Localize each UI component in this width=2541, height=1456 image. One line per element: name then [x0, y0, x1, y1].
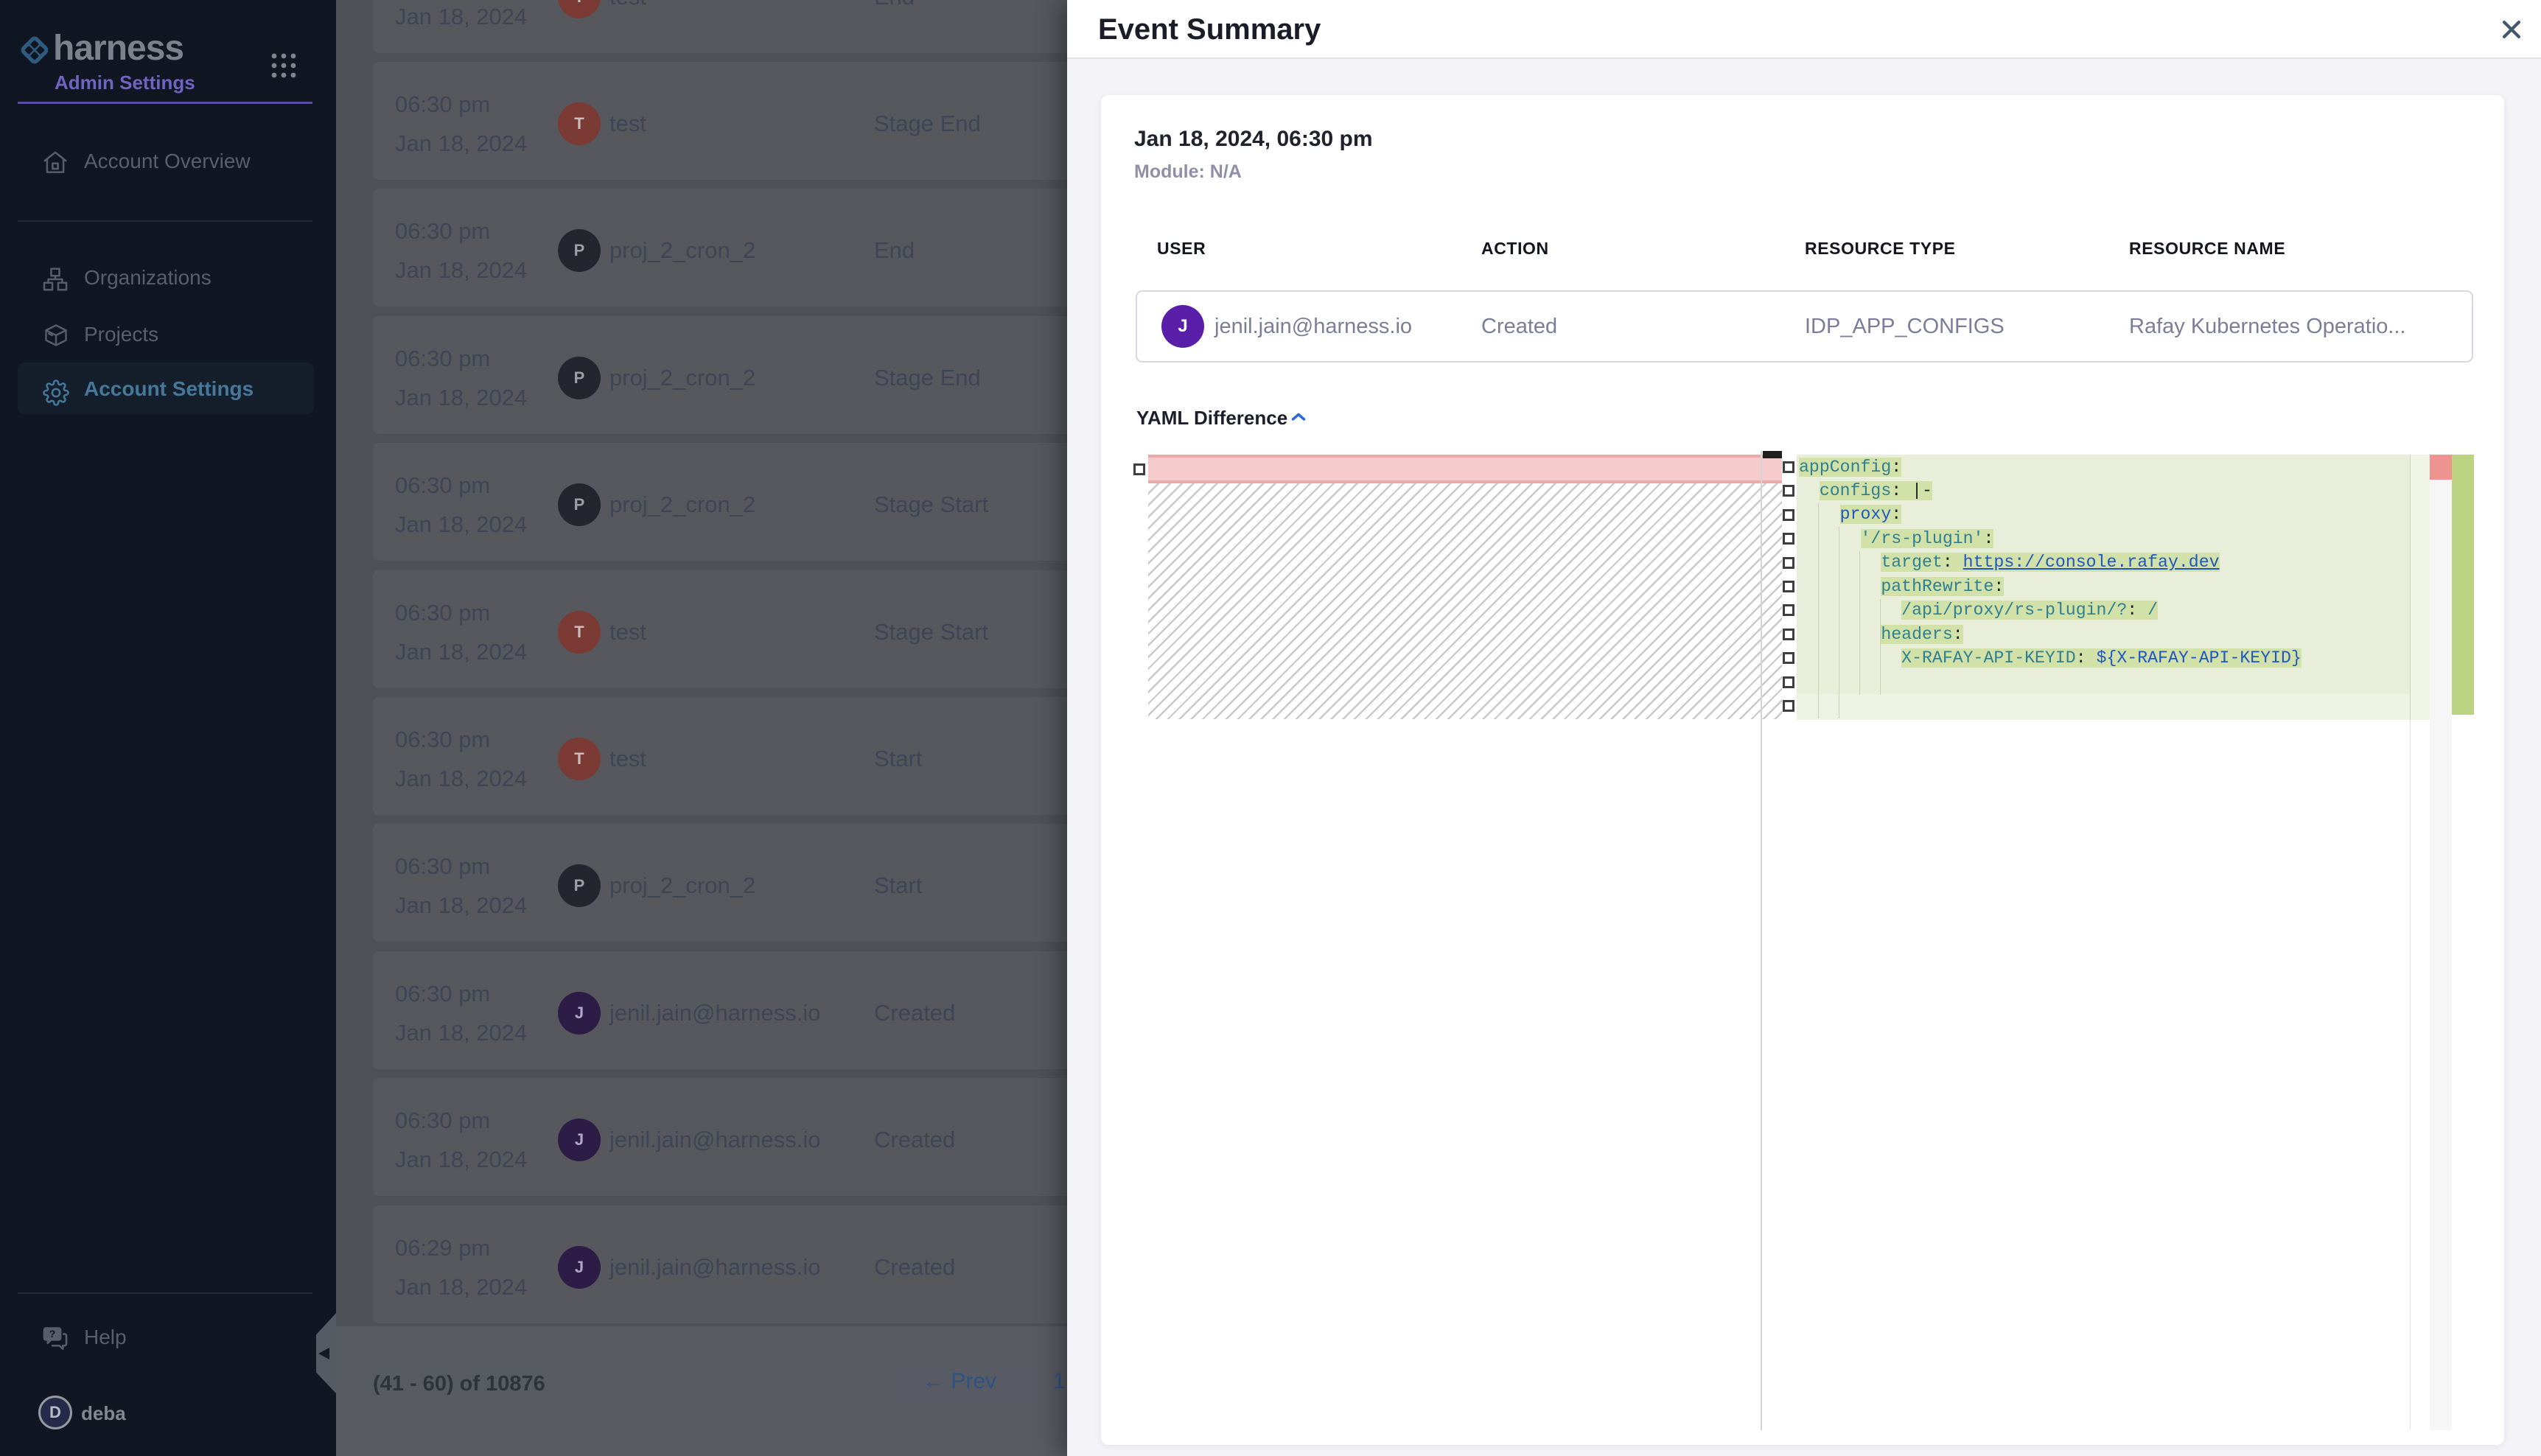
svg-text:?: ? — [49, 1329, 56, 1340]
